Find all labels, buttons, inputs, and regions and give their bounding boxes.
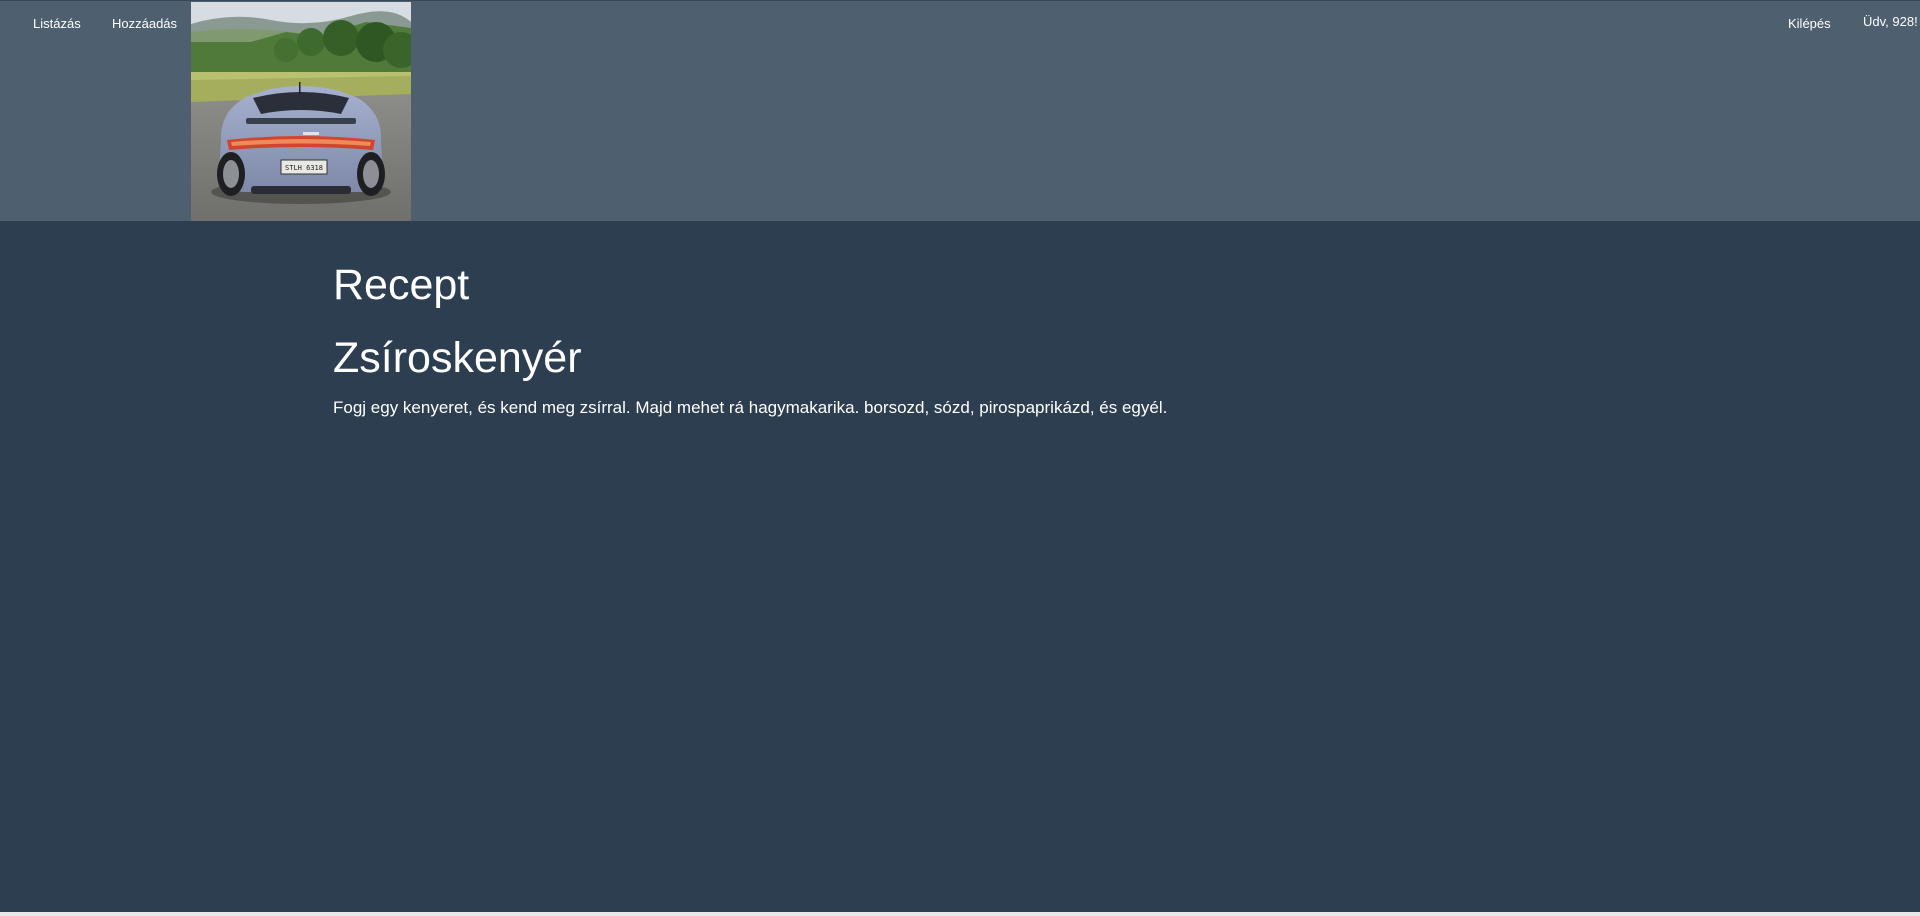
nav-link-listazas[interactable]: Listázás — [33, 16, 81, 31]
main-content — [0, 221, 1920, 912]
nav-link-hozzaadas[interactable]: Hozzáadás — [112, 16, 177, 31]
recipe-name: Zsíroskenyér — [333, 334, 582, 382]
user-greeting: Üdv, 928! — [1863, 14, 1918, 29]
license-plate: STLH 6318 — [285, 164, 323, 172]
top-navbar: Listázás Hozzáadás STLH 6318 Kilépés Üdv… — [0, 0, 1920, 221]
page-title: Recept — [333, 261, 470, 309]
recipe-description: Fogj egy kenyeret, és kend meg zsírral. … — [333, 398, 1168, 417]
header-car-image: STLH 6318 — [191, 2, 411, 221]
bottom-edge — [0, 912, 1920, 916]
nav-link-kilepes[interactable]: Kilépés — [1788, 16, 1831, 31]
